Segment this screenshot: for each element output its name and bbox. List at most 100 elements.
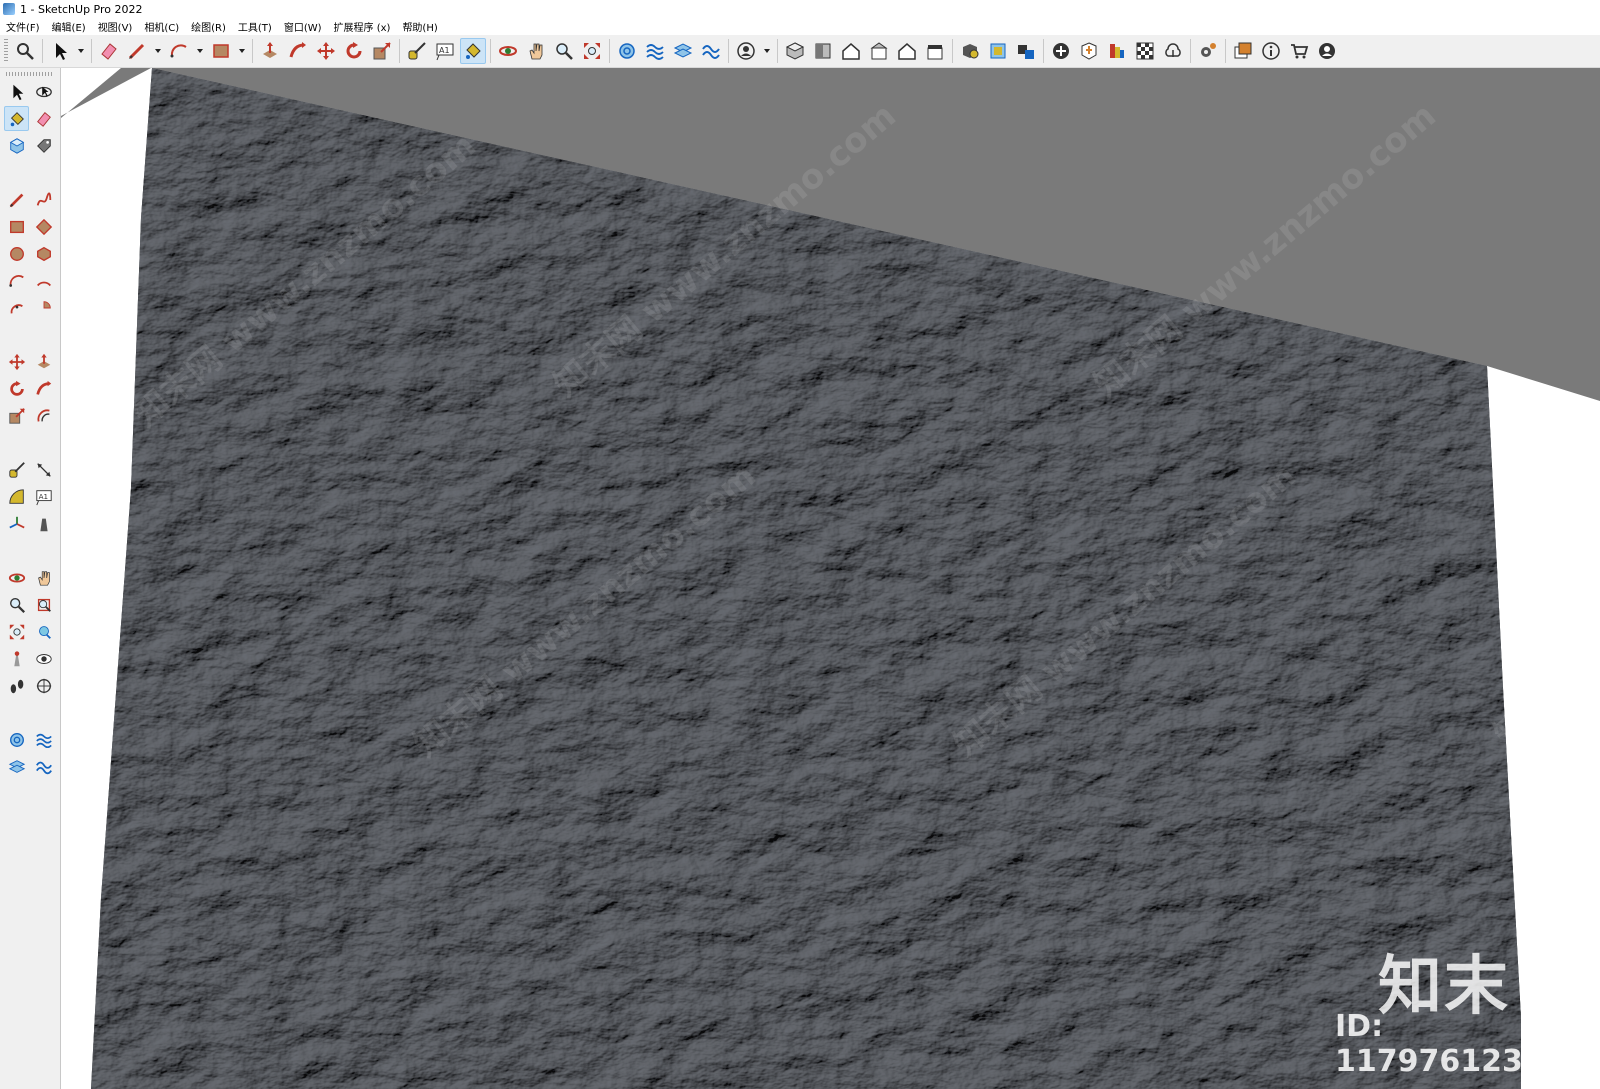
menu-window[interactable]: 窗口(W) [278, 19, 328, 34]
geo-location-button[interactable] [614, 38, 640, 64]
window-panels-button[interactable] [1230, 38, 1256, 64]
layout-button[interactable] [1013, 38, 1039, 64]
model-viewport[interactable]: 知末网 www.znzmo.com 知末网 www.znzmo.com 知末网 … [61, 68, 1600, 1089]
add-location-button[interactable] [1048, 38, 1074, 64]
orbit-button[interactable] [495, 38, 521, 64]
dropdown-arrow-button[interactable] [152, 38, 164, 64]
eraser-button[interactable] [96, 38, 122, 64]
rotate-button[interactable] [341, 38, 367, 64]
select-button[interactable] [4, 79, 29, 104]
zoom-button[interactable] [551, 38, 577, 64]
eraser-button[interactable] [31, 106, 56, 131]
rotate-button[interactable] [4, 376, 29, 401]
checkerboard-button[interactable] [1132, 38, 1158, 64]
make-component-button[interactable] [4, 133, 29, 158]
extension-warehouse-button[interactable] [985, 38, 1011, 64]
sandbox-from-contours-button[interactable] [31, 727, 56, 752]
right-view-button[interactable] [866, 38, 892, 64]
polygon-button[interactable] [31, 241, 56, 266]
dropdown-arrow-button[interactable] [194, 38, 206, 64]
rotated-rectangle-button[interactable] [31, 214, 56, 239]
left-view-button[interactable] [922, 38, 948, 64]
section-plane-button[interactable] [31, 673, 56, 698]
menu-edit[interactable]: 编辑(E) [46, 19, 92, 34]
top-view-button[interactable] [810, 38, 836, 64]
zoom-extents-button[interactable] [579, 38, 605, 64]
zoom-button[interactable] [4, 592, 29, 617]
pencil-button[interactable] [124, 38, 150, 64]
tag-button[interactable] [31, 133, 56, 158]
scale-button[interactable] [4, 403, 29, 428]
upload-button[interactable] [1160, 38, 1186, 64]
3d-warehouse-button[interactable] [957, 38, 983, 64]
sandbox-smoove-button[interactable] [31, 754, 56, 779]
pie-button[interactable] [31, 295, 56, 320]
sandbox-layers-button[interactable] [670, 38, 696, 64]
iso-view-button[interactable] [782, 38, 808, 64]
pan-button[interactable] [523, 38, 549, 64]
previous-view-button[interactable] [31, 619, 56, 644]
3d-text-button[interactable] [31, 511, 56, 536]
rectangle-button[interactable] [208, 38, 234, 64]
info-button[interactable] [1258, 38, 1284, 64]
rectangle-button[interactable] [4, 214, 29, 239]
two-point-arc-button[interactable] [31, 268, 56, 293]
sandbox-layers-button[interactable] [4, 754, 29, 779]
account-button[interactable] [733, 38, 759, 64]
orbit-button[interactable] [4, 565, 29, 590]
menu-help[interactable]: 帮助(H) [396, 19, 443, 34]
menu-draw[interactable]: 绘图(R) [185, 19, 232, 34]
menu-camera[interactable]: 相机(C) [138, 19, 185, 34]
dimension-button[interactable] [31, 457, 56, 482]
follow-me-button[interactable] [31, 376, 56, 401]
move-button[interactable] [313, 38, 339, 64]
menu-view[interactable]: 视图(V) [92, 19, 139, 34]
zoom-extents-button[interactable] [4, 619, 29, 644]
arc-button[interactable] [166, 38, 192, 64]
walk-button[interactable] [4, 673, 29, 698]
position-camera-button[interactable] [4, 646, 29, 671]
text-button[interactable]: A1 [432, 38, 458, 64]
select-arrow-button[interactable] [47, 38, 73, 64]
zoom-window-button[interactable] [31, 592, 56, 617]
geo-location-button[interactable] [4, 727, 29, 752]
pan-button[interactable] [31, 565, 56, 590]
user-profile-button[interactable] [1314, 38, 1340, 64]
offset-button[interactable] [31, 403, 56, 428]
menu-file[interactable]: 文件(F) [0, 19, 46, 34]
add-component-button[interactable] [1076, 38, 1102, 64]
axes-button[interactable] [4, 511, 29, 536]
move-button[interactable] [4, 349, 29, 374]
tape-measure-button[interactable] [404, 38, 430, 64]
toolbar-grip[interactable] [4, 39, 8, 63]
back-view-button[interactable] [894, 38, 920, 64]
search-zoom-button[interactable] [12, 38, 38, 64]
paint-bucket-button[interactable] [460, 38, 486, 64]
tape-measure-button[interactable] [4, 457, 29, 482]
look-around-button[interactable] [31, 646, 56, 671]
dropdown-arrow-button[interactable] [761, 38, 773, 64]
freehand-button[interactable] [31, 187, 56, 212]
follow-me-button[interactable] [285, 38, 311, 64]
push-pull-button[interactable] [257, 38, 283, 64]
sandbox-smoove-button[interactable] [698, 38, 724, 64]
scene-canvas[interactable] [61, 68, 1600, 1089]
circle-button[interactable] [4, 241, 29, 266]
three-point-arc-button[interactable] [4, 295, 29, 320]
front-view-button[interactable] [838, 38, 864, 64]
extension-manager-button[interactable] [1195, 38, 1221, 64]
protractor-button[interactable] [4, 484, 29, 509]
push-pull-button[interactable] [31, 349, 56, 374]
sandbox-from-contours-button[interactable] [642, 38, 668, 64]
scale-button[interactable] [369, 38, 395, 64]
pencil-button[interactable] [4, 187, 29, 212]
dropdown-arrow-button[interactable] [236, 38, 248, 64]
dropdown-arrow-button[interactable] [75, 38, 87, 64]
paint-bucket-button[interactable] [4, 106, 29, 131]
tray-grip[interactable] [6, 72, 54, 76]
menu-extensions[interactable]: 扩展程序 (x) [328, 19, 397, 34]
text-button[interactable]: A1 [31, 484, 56, 509]
orbit-lasso-button[interactable] [31, 79, 56, 104]
shopping-cart-button[interactable] [1286, 38, 1312, 64]
style-builder-button[interactable] [1104, 38, 1130, 64]
